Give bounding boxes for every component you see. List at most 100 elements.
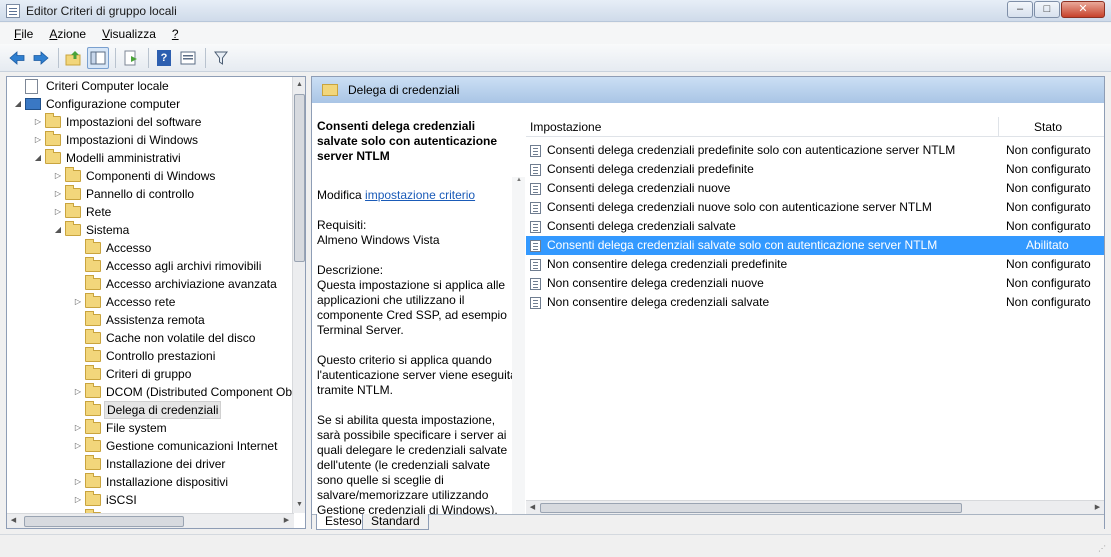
console-tree[interactable]: Criteri Computer locale ◢ Configurazione c… — [6, 76, 306, 529]
setting-state: Non configurato — [1006, 295, 1091, 309]
description-scrollbar[interactable]: ▲ ▼ — [512, 177, 525, 514]
scroll-up-icon[interactable]: ▲ — [516, 177, 522, 183]
setting-name: Consenti delega credenziali predefinite … — [547, 143, 956, 157]
policy-setting-icon — [530, 278, 541, 290]
scroll-left-icon[interactable]: ◀ — [7, 514, 20, 528]
menu-help[interactable]: ? — [164, 27, 187, 41]
show-hide-tree-icon — [90, 51, 106, 64]
tree-item-label: Criteri di gruppo — [106, 367, 192, 381]
tree-item-label: iSCSI — [106, 493, 137, 507]
description-text: Consenti delega credenziali salvate solo… — [317, 119, 517, 514]
tree-item-label: Criteri Computer locale — [46, 79, 169, 93]
setting-state: Non configurato — [1006, 143, 1091, 157]
menu-visualizza[interactable]: Visualizza — [94, 27, 164, 41]
tree-vertical-scrollbar[interactable]: ▲ ▼ — [292, 77, 305, 513]
menu-azione[interactable]: Azione — [41, 27, 94, 41]
tree-item-label: DCOM (Distributed Component Ob — [106, 385, 293, 399]
extended-description-panel: Consenti delega credenziali salvate solo… — [312, 103, 526, 514]
folder-icon — [322, 84, 338, 96]
up-one-level-button[interactable] — [63, 47, 85, 69]
table-row[interactable]: Consenti delega credenziali predefinite N… — [526, 160, 1104, 179]
table-row[interactable]: Consenti delega credenziali predefinite … — [526, 141, 1104, 160]
window-controls: – □ ✕ — [1006, 1, 1105, 18]
table-row[interactable]: Consenti delega credenziali salvate solo… — [526, 236, 1104, 255]
table-row[interactable]: Non consentire delega credenziali nuove N… — [526, 274, 1104, 293]
setting-state: Non configurato — [1006, 276, 1091, 290]
expand-icon[interactable]: ▷ — [33, 113, 43, 131]
policy-setting-icon — [530, 145, 541, 157]
scroll-thumb[interactable] — [24, 516, 184, 527]
expand-icon[interactable]: ▷ — [33, 131, 43, 149]
expand-icon[interactable]: ▷ — [73, 473, 83, 491]
details-title: Delega di credenziali — [348, 83, 460, 97]
close-button[interactable]: ✕ — [1061, 1, 1105, 18]
scroll-up-icon[interactable]: ▲ — [293, 77, 306, 93]
expand-icon[interactable]: ▷ — [73, 383, 83, 401]
tree-item-label: Accesso — [106, 241, 152, 255]
table-row[interactable]: Consenti delega credenziali nuove solo c… — [526, 198, 1104, 217]
menu-file[interactable]: File — [6, 27, 41, 41]
scroll-thumb[interactable] — [540, 503, 962, 513]
folder-up-icon — [65, 50, 81, 65]
export-list-button[interactable] — [120, 47, 142, 69]
tree-horizontal-scrollbar[interactable]: ◀ ▶ — [7, 513, 294, 528]
filter-button[interactable] — [210, 47, 232, 69]
list-horizontal-scrollbar[interactable]: ◀ ▶ — [526, 500, 1104, 514]
column-header-setting[interactable]: Impostazione — [530, 120, 601, 134]
expand-icon[interactable]: ▷ — [53, 185, 63, 203]
table-row[interactable]: Consenti delega credenziali nuove Non con… — [526, 179, 1104, 198]
forward-button[interactable] — [30, 47, 52, 69]
tree-item-label: Accesso agli archivi rimovibili — [106, 259, 262, 273]
collapse-icon[interactable]: ◢ — [13, 95, 23, 113]
expand-icon[interactable]: ▷ — [53, 203, 63, 221]
tree-item-label: Componenti di Windows — [86, 169, 216, 183]
folder-icon — [65, 185, 81, 200]
policy-setting-icon — [530, 297, 541, 309]
setting-state: Non configurato — [1006, 181, 1091, 195]
setting-name: Consenti delega credenziali nuove solo c… — [547, 200, 932, 214]
help-icon: ? — [157, 49, 171, 66]
properties-icon — [180, 51, 196, 64]
list-header: Impostazione Stato — [526, 117, 1104, 137]
policy-setting-icon — [530, 202, 541, 214]
collapse-icon[interactable]: ◢ — [33, 149, 43, 167]
setting-title: Consenti delega credenziali salvate solo… — [317, 119, 498, 163]
column-divider[interactable] — [998, 117, 999, 137]
expand-icon[interactable]: ▷ — [73, 419, 83, 437]
tree-item-label: Impostazioni di Windows — [66, 133, 199, 147]
properties-button[interactable] — [177, 47, 199, 69]
expand-icon[interactable]: ▷ — [73, 491, 83, 509]
description-paragraph: Descrizione: Questa impostazione si appli… — [317, 263, 507, 337]
description-paragraph: Se si abilita questa impostazione, sarà … — [317, 413, 508, 514]
back-button[interactable] — [6, 47, 28, 69]
tree-item-label: Rete — [86, 205, 112, 219]
maximize-button[interactable]: □ — [1034, 1, 1060, 18]
setting-name: Consenti delega credenziali salvate solo… — [547, 238, 938, 252]
column-header-state[interactable]: Stato — [1034, 120, 1062, 134]
edit-policy-link[interactable]: impostazione criterio — [365, 188, 475, 202]
resize-grip-icon[interactable]: ⋰ — [1098, 544, 1108, 554]
scroll-left-icon[interactable]: ◀ — [526, 501, 539, 514]
expand-icon[interactable]: ▷ — [73, 293, 83, 311]
table-row[interactable]: Consenti delega credenziali salvate Non c… — [526, 217, 1104, 236]
description-paragraph: Questo criterio si applica quando l'aute… — [317, 353, 517, 397]
help-button[interactable]: ? — [153, 47, 175, 69]
tab-standard[interactable]: Standard — [362, 514, 429, 530]
show-hide-tree-button[interactable] — [87, 46, 109, 69]
folder-icon — [45, 149, 61, 164]
collapse-icon[interactable]: ◢ — [53, 221, 63, 239]
tree-item-label: Accesso rete — [106, 295, 176, 309]
scroll-thumb[interactable] — [294, 94, 305, 262]
tree-item-label: Accesso archiviazione avanzata — [106, 277, 277, 291]
scroll-down-icon[interactable]: ▼ — [293, 497, 306, 513]
folder-icon — [85, 257, 101, 272]
scroll-right-icon[interactable]: ▶ — [280, 514, 293, 528]
table-row[interactable]: Non consentire delega credenziali salvat… — [526, 293, 1104, 312]
table-row[interactable]: Non consentire delega credenziali predef… — [526, 255, 1104, 274]
expand-icon[interactable]: ▷ — [73, 437, 83, 455]
view-tabs: Esteso Standard — [312, 514, 1104, 530]
minimize-button[interactable]: – — [1007, 1, 1033, 18]
scroll-right-icon[interactable]: ▶ — [1091, 501, 1104, 514]
toolbar-separator — [148, 47, 149, 68]
expand-icon[interactable]: ▷ — [53, 167, 63, 185]
